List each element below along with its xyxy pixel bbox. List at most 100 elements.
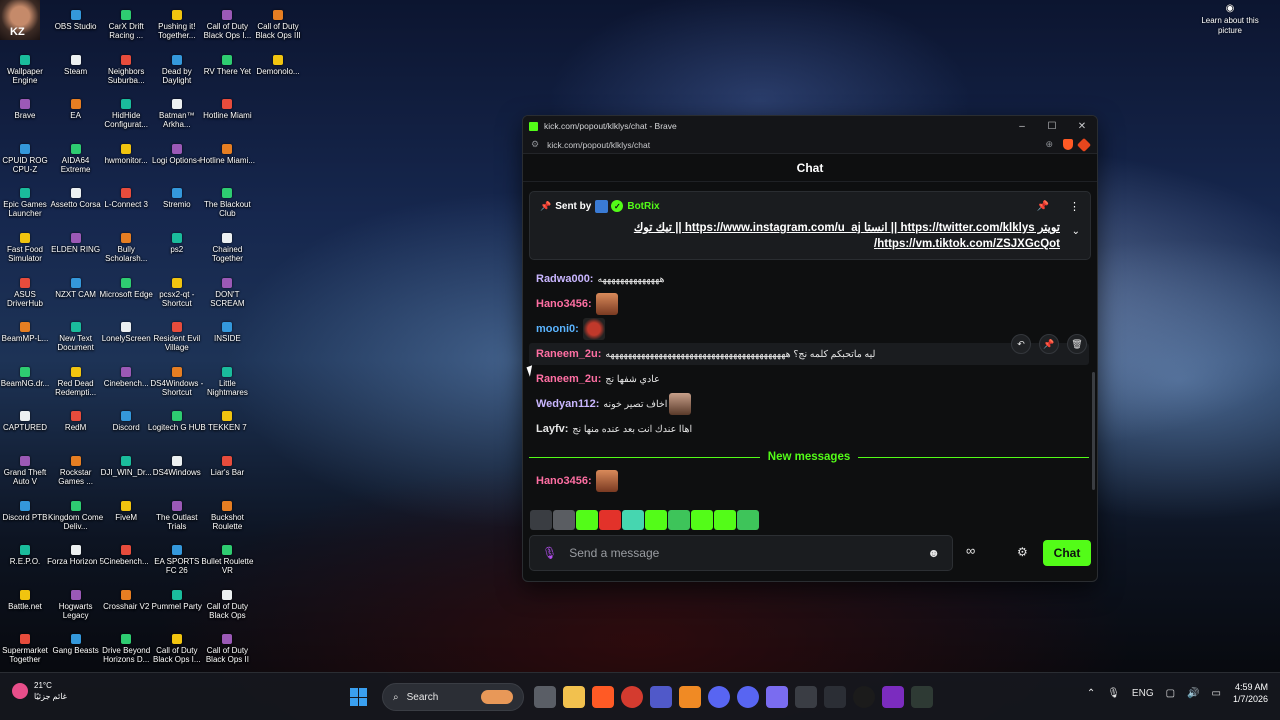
teams-icon[interactable] bbox=[650, 686, 672, 708]
desktop-icon[interactable]: Fast Food Simulator bbox=[0, 227, 50, 271]
desktop-icon[interactable]: Steam bbox=[51, 49, 101, 93]
emote-icon[interactable] bbox=[645, 510, 667, 530]
desktop-icon[interactable]: Drive Beyond Horizons D... bbox=[101, 628, 151, 672]
microphone-icon[interactable]: 🎙 bbox=[542, 546, 557, 560]
desktop-icon[interactable]: Chained Together bbox=[202, 227, 252, 271]
pin-message-icon[interactable]: 📌 bbox=[1039, 334, 1059, 354]
chat-username[interactable]: mooni0: bbox=[536, 323, 579, 335]
chat-username[interactable]: Wedyan112: bbox=[536, 398, 599, 410]
file-explorer-icon[interactable] bbox=[563, 686, 585, 708]
desktop-icon[interactable]: ASUS DriverHub bbox=[0, 272, 50, 316]
desktop-icon[interactable]: CAPTURED bbox=[0, 405, 50, 449]
desktop-icon[interactable]: LonelyScreen bbox=[101, 316, 151, 360]
desktop-icon[interactable]: Stremio bbox=[152, 182, 202, 226]
chat-username[interactable]: Raneem_2u: bbox=[536, 373, 601, 385]
desktop-icon[interactable]: Batman™ Arkha... bbox=[152, 93, 202, 137]
url-text[interactable]: kick.com/popout/klklys/chat bbox=[547, 140, 1045, 150]
bot-name[interactable]: BotRix bbox=[627, 201, 1036, 212]
desktop-icon[interactable]: Liar's Bar bbox=[202, 450, 252, 494]
terminal-icon[interactable] bbox=[824, 686, 846, 708]
emote-icon[interactable] bbox=[553, 510, 575, 530]
desktop-icon[interactable]: Hogwarts Legacy bbox=[51, 584, 101, 628]
delete-icon[interactable]: 🗑 bbox=[1067, 334, 1087, 354]
desktop-icon[interactable]: RV There Yet bbox=[202, 49, 252, 93]
desktop-icon[interactable]: Logitech G HUB bbox=[148, 405, 206, 449]
desktop-icon[interactable]: Grand Theft Auto V bbox=[0, 450, 50, 494]
emote-icon[interactable] bbox=[691, 510, 713, 530]
desktop-icon[interactable]: L-Connect 3 bbox=[101, 182, 151, 226]
app-icon[interactable] bbox=[766, 686, 788, 708]
desktop-icon[interactable]: DS4Windows - Shortcut bbox=[150, 361, 203, 405]
discord-ptb-icon[interactable] bbox=[737, 686, 759, 708]
desktop-icon[interactable]: Cinebench... bbox=[101, 539, 151, 583]
address-bar[interactable]: ⚙ kick.com/popout/klklys/chat ⊕ bbox=[523, 136, 1097, 154]
settings-icon[interactable] bbox=[795, 686, 817, 708]
desktop-icon[interactable]: EA bbox=[51, 93, 101, 137]
desktop-icon[interactable]: Resident Evil Village bbox=[152, 316, 202, 360]
emote-icon[interactable] bbox=[576, 510, 598, 530]
discord-icon[interactable] bbox=[708, 686, 730, 708]
desktop-icon[interactable]: Bully Scholarsh... bbox=[101, 227, 151, 271]
desktop-icon[interactable]: Wallpaper Engine bbox=[0, 49, 50, 93]
more-options-icon[interactable]: ⋮ bbox=[1069, 200, 1080, 213]
desktop-icon[interactable]: Discord bbox=[101, 405, 151, 449]
minimize-button[interactable]: – bbox=[1007, 121, 1037, 132]
desktop-icon[interactable]: Discord PTB bbox=[0, 495, 50, 539]
desktop-icon[interactable]: FiveM bbox=[101, 495, 151, 539]
desktop-icon[interactable]: Kingdom Come Deliv... bbox=[48, 495, 103, 539]
language-indicator[interactable]: ENG bbox=[1132, 688, 1154, 699]
desktop-icon[interactable]: AIDA64 Extreme bbox=[51, 138, 101, 182]
desktop-icon[interactable]: The Outlast Trials bbox=[152, 495, 202, 539]
chat-input[interactable] bbox=[569, 546, 928, 560]
emote-icon[interactable] bbox=[668, 510, 690, 530]
desktop-icon[interactable]: Brave bbox=[0, 93, 50, 137]
desktop-icon[interactable]: Supermarket Together bbox=[0, 628, 50, 672]
excel-icon[interactable] bbox=[911, 686, 933, 708]
desktop-icon[interactable]: DJI_WIN_Dr... bbox=[101, 450, 152, 494]
desktop-icon[interactable]: Call of Duty Black Ops I... bbox=[152, 628, 202, 672]
learn-about-picture[interactable]: ◉ Learn about this picture bbox=[1200, 4, 1260, 36]
task-view-icon[interactable] bbox=[534, 686, 556, 708]
desktop-icon[interactable]: New Text Document bbox=[51, 316, 101, 360]
desktop-icon[interactable]: ps2 bbox=[152, 227, 202, 271]
desktop-icon[interactable]: CarX Drift Racing ... bbox=[101, 4, 151, 48]
chat-scrollbar[interactable] bbox=[1092, 372, 1095, 490]
chat-username[interactable]: Hano3456: bbox=[536, 298, 592, 310]
chat-send-button[interactable]: Chat bbox=[1043, 540, 1091, 566]
emote-icon[interactable] bbox=[599, 510, 621, 530]
volume-icon[interactable]: 🔊 bbox=[1187, 688, 1199, 699]
desktop-icon[interactable]: Hotline Miami... bbox=[200, 138, 255, 182]
desktop-icon[interactable]: BeamMP-L... bbox=[0, 316, 50, 360]
desktop-icon[interactable]: R.E.P.O. bbox=[0, 539, 50, 583]
desktop-icon[interactable]: Epic Games Launcher bbox=[0, 182, 50, 226]
desktop-icon[interactable]: Battle.net bbox=[0, 584, 50, 628]
desktop-icon[interactable]: DON'T SCREAM bbox=[202, 272, 252, 316]
emote-icon[interactable] bbox=[714, 510, 736, 530]
desktop-icon[interactable]: EA SPORTS FC 26 bbox=[152, 539, 202, 583]
desktop-icon[interactable]: Bullet Roulette VR bbox=[201, 539, 253, 583]
desktop-icon[interactable]: Dead by Daylight bbox=[152, 49, 202, 93]
desktop-icon[interactable]: Pummel Party bbox=[152, 584, 202, 628]
desktop-icon[interactable]: HidHide Configurat... bbox=[101, 93, 151, 137]
desktop-icon[interactable]: hwmonitor... bbox=[101, 138, 151, 182]
desktop-icon[interactable]: Neighbors Suburba... bbox=[101, 49, 151, 93]
app-icon[interactable] bbox=[679, 686, 701, 708]
emoji-icon[interactable]: ☻ bbox=[927, 546, 940, 560]
nzxt-icon[interactable] bbox=[882, 686, 904, 708]
clock[interactable]: 4:59 AM 1/7/2026 bbox=[1233, 681, 1268, 705]
chat-username[interactable]: Layfv: bbox=[536, 423, 568, 435]
microphone-icon[interactable]: 🎙 bbox=[1107, 688, 1120, 699]
desktop-icon[interactable]: pcsx2-qt - Shortcut bbox=[152, 272, 202, 316]
chevron-up-icon[interactable]: ⌃ bbox=[1087, 688, 1095, 699]
desktop-icon[interactable]: Call of Duty Black Ops II bbox=[202, 628, 252, 672]
new-messages-divider[interactable]: New messages bbox=[529, 450, 1089, 464]
reply-icon[interactable]: ↶ bbox=[1011, 334, 1031, 354]
brave-icon[interactable] bbox=[592, 686, 614, 708]
chat-username[interactable]: Hano3456: bbox=[536, 475, 592, 487]
chevron-down-icon[interactable]: ⌄ bbox=[1072, 226, 1080, 237]
desktop-icon[interactable]: Call of Duty Black Ops I... bbox=[202, 4, 252, 48]
desktop-icon[interactable]: Gang Beasts bbox=[51, 628, 101, 672]
title-bar[interactable]: kick.com/popout/klklys/chat - Brave – ☐ … bbox=[523, 116, 1097, 136]
desktop-icon[interactable]: Red Dead Redempti... bbox=[51, 361, 101, 405]
close-button[interactable]: ✕ bbox=[1067, 121, 1097, 132]
